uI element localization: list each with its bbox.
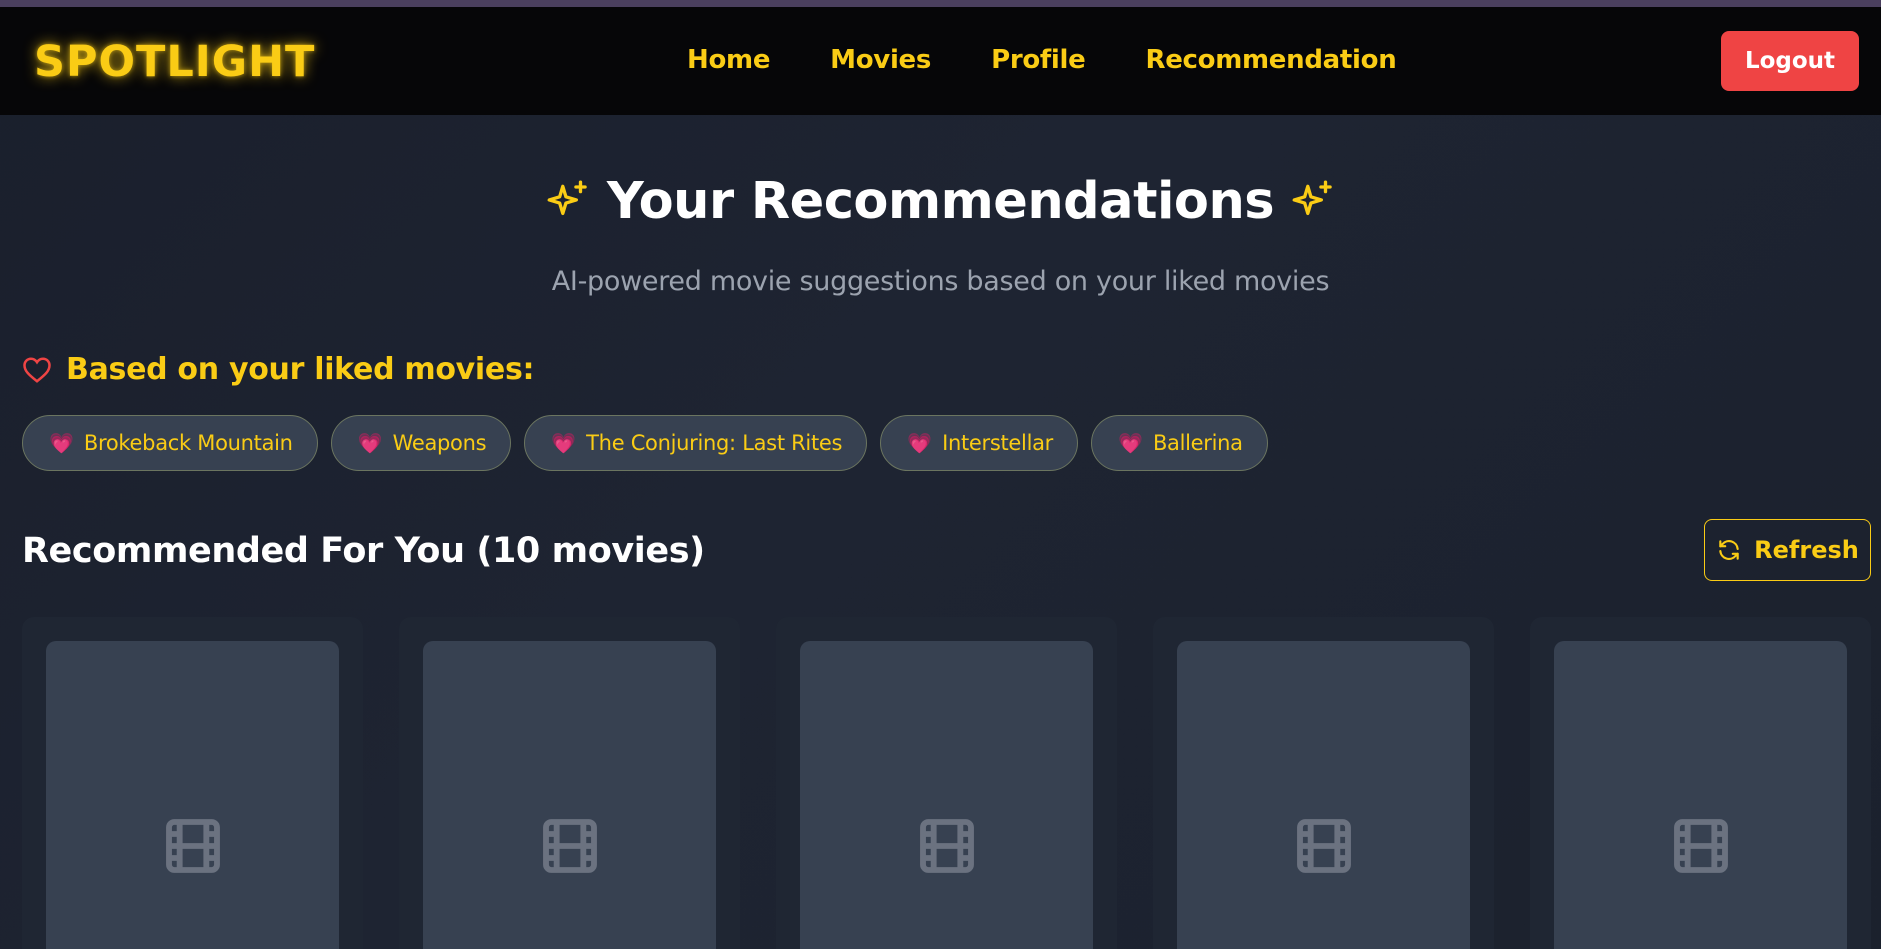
- recommendation-cards: [22, 617, 1871, 949]
- sparkles-icon: [547, 180, 587, 215]
- liked-movie-chip[interactable]: 💗 Ballerina: [1091, 415, 1268, 471]
- film-icon: [919, 819, 974, 873]
- pink-heart-icon: 💗: [49, 432, 74, 455]
- page-title: Your Recommendations: [0, 172, 1881, 231]
- nav-link-profile[interactable]: Profile: [991, 45, 1086, 75]
- refresh-label: Refresh: [1754, 536, 1859, 564]
- page-subtitle: AI-powered movie suggestions based on yo…: [551, 266, 1330, 297]
- liked-movie-chip[interactable]: 💗 The Conjuring: Last Rites: [524, 415, 868, 471]
- liked-movie-title: Brokeback Mountain: [83, 431, 293, 455]
- liked-movie-chip[interactable]: 💗 Brokeback Mountain: [22, 415, 318, 471]
- poster-placeholder: [800, 641, 1093, 949]
- poster-placeholder: [1177, 641, 1470, 949]
- film-icon: [165, 819, 220, 873]
- liked-movies-chips: 💗 Brokeback Mountain 💗 Weapons 💗 The Con…: [22, 415, 1268, 471]
- logout-button[interactable]: Logout: [1721, 31, 1859, 91]
- film-icon: [1673, 819, 1728, 873]
- poster-placeholder: [1554, 641, 1847, 949]
- liked-movie-title: Interstellar: [942, 431, 1054, 455]
- pink-heart-icon: 💗: [1118, 432, 1143, 455]
- pink-heart-icon: 💗: [907, 432, 933, 455]
- sparkles-icon: [1292, 180, 1332, 215]
- window-top-strip: [0, 0, 1881, 7]
- liked-movie-title: The Conjuring: Last Rites: [586, 431, 843, 455]
- heart-outline-icon: [23, 356, 51, 383]
- pink-heart-icon: 💗: [551, 432, 577, 455]
- movie-card[interactable]: [1153, 617, 1494, 949]
- film-icon: [1296, 819, 1351, 873]
- recommended-heading: Recommended For You (10 movies): [22, 531, 705, 571]
- refresh-button[interactable]: Refresh: [1704, 519, 1871, 581]
- movie-card[interactable]: [399, 617, 740, 949]
- nav-link-home[interactable]: Home: [687, 45, 770, 75]
- pink-heart-icon: 💗: [357, 432, 383, 455]
- movie-card[interactable]: [1530, 617, 1871, 949]
- poster-placeholder: [46, 641, 339, 949]
- film-icon: [542, 819, 597, 873]
- liked-movies-heading: Based on your liked movies:: [22, 352, 535, 387]
- poster-placeholder: [423, 641, 716, 949]
- liked-movie-title: Weapons: [392, 431, 487, 455]
- page-title-text: Your Recommendations: [606, 172, 1275, 231]
- nav-links: Home Movies Profile Recommendation: [687, 45, 1397, 75]
- liked-movies-heading-text: Based on your liked movies:: [66, 352, 535, 387]
- nav-link-movies[interactable]: Movies: [830, 45, 931, 75]
- liked-movie-chip[interactable]: 💗 Interstellar: [880, 415, 1079, 471]
- nav-link-recommendation[interactable]: Recommendation: [1145, 45, 1396, 75]
- movie-card[interactable]: [776, 617, 1117, 949]
- navbar: SPOTLIGHT Home Movies Profile Recommenda…: [0, 7, 1881, 115]
- logo[interactable]: SPOTLIGHT: [34, 37, 315, 87]
- liked-movie-chip[interactable]: 💗 Weapons: [330, 415, 512, 471]
- movie-card[interactable]: [22, 617, 363, 949]
- liked-movie-title: Ballerina: [1152, 431, 1243, 455]
- refresh-icon: [1719, 540, 1739, 560]
